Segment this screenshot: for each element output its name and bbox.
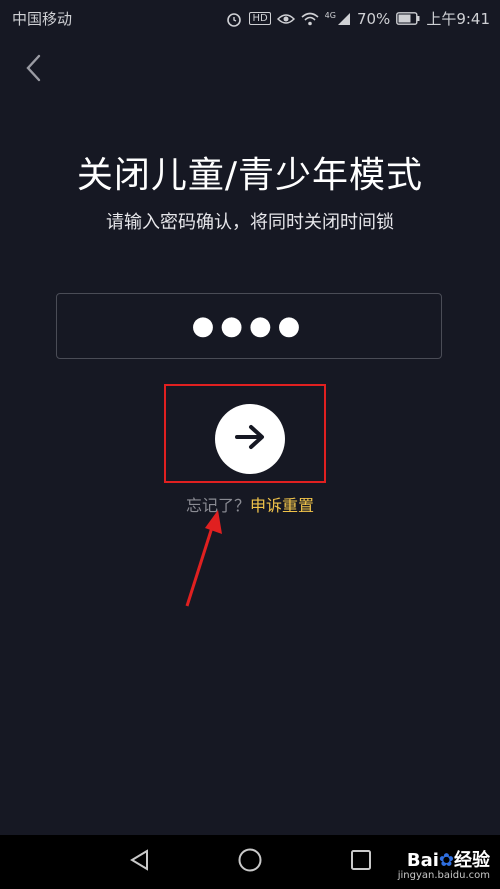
battery-icon [396,12,420,25]
carrier-label: 中国移动 [12,10,73,28]
page-subtitle: 请输入密码确认，将同时关闭时间锁 [106,212,394,233]
password-masked-value: ●●●● [191,311,307,341]
appeal-reset-link[interactable]: 申诉重置 [250,496,314,515]
clock: 上午9:41 [426,10,490,28]
hd-icon: HD [249,12,271,25]
password-field[interactable]: ●●●● [56,293,442,359]
wifi-icon [301,12,319,26]
watermark-brand-left: Bai [406,850,439,871]
square-recent-icon [350,849,372,875]
submit-button[interactable] [215,404,285,474]
arrow-right-icon [233,422,267,456]
alarm-icon [225,11,243,27]
network-type: 4G [324,10,336,20]
watermark-site: jingyan.baidu.com [397,870,490,881]
chevron-left-icon [24,53,44,87]
baidu-jingyan-watermark: Bai✿经验 jingyan.baidu.com [398,846,490,881]
back-button[interactable] [16,52,52,88]
navigation-bar: Bai✿经验 jingyan.baidu.com [0,835,500,889]
nav-back-button[interactable] [124,847,154,877]
paw-icon: ✿ [438,850,454,871]
nav-recent-button[interactable] [346,847,376,877]
watermark-brand-right: 经验 [454,850,490,871]
battery-percent: 70% [356,9,391,28]
watermark-brand: Bai✿经验 [407,846,490,872]
circle-home-icon [237,847,263,877]
eye-icon [276,12,295,26]
nav-home-button[interactable] [235,847,265,877]
triangle-back-icon [128,848,150,876]
page-title: 关闭儿童/青少年模式 [76,155,424,196]
status-icons: HD 4G 70% 上午9:41 [225,8,490,29]
signal-icon: 4G [324,10,351,26]
annotation-arrow-icon [185,510,222,607]
status-bar: 中国移动 HD 4G 70% 上午9:41 [0,0,500,36]
forgot-password-row: 忘记了？申诉重置 [0,492,500,516]
